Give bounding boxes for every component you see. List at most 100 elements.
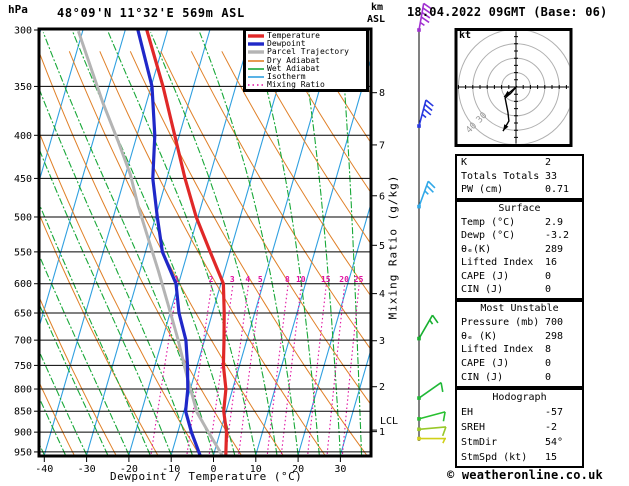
mixing-ratio-value-label: 20 [339, 275, 349, 284]
stat-label: SREH [461, 422, 485, 433]
stat-value: 700 [545, 316, 563, 330]
km-tick-label: 4 [379, 289, 385, 300]
km-tick-label: 6 [379, 191, 385, 202]
wind-barb [417, 427, 446, 436]
stat-row: Temp (°C) 2.9 [457, 216, 582, 230]
mixing-ratio-value-label: 4 [245, 275, 250, 284]
pressure-tick-label: 350 [14, 82, 32, 93]
stat-row: EH -57 [457, 405, 582, 420]
stats-box-title: Hodograph [457, 390, 582, 405]
mixing-ratio-value-label: 5 [258, 275, 263, 284]
legend-line-sample [248, 81, 264, 89]
stat-label: θₑ (K) [461, 331, 497, 342]
stat-label: Lifted Index [461, 257, 533, 268]
stat-value: 54° [545, 435, 563, 450]
stat-value: -2 [545, 420, 557, 435]
stats-box: K2Totals Totals33PW (cm)0.71 [455, 154, 584, 200]
mixing-ratio-value-label: 3 [230, 275, 235, 284]
stat-value: 0 [545, 270, 551, 284]
stat-row: CAPE (J) 0 [457, 270, 582, 284]
stat-label: EH [461, 407, 473, 418]
pressure-tick-label: 750 [14, 361, 32, 372]
stat-row: Lifted Index 8 [457, 343, 582, 357]
pressure-tick-label: 550 [14, 247, 32, 258]
mixing-ratio-value-label: 2 [209, 275, 214, 284]
wind-barb [417, 383, 443, 400]
stat-row: θₑ(K) 289 [457, 243, 582, 257]
pressure-tick-label: 900 [14, 428, 32, 439]
stat-label: Dewp (°C) [461, 230, 515, 241]
stat-row: Dewp (°C) -3.2 [457, 229, 582, 243]
pressure-tick-label: 950 [14, 447, 32, 458]
stat-value: -3.2 [545, 229, 569, 243]
stat-label: K [461, 157, 467, 168]
temp-tick-label: -40 [35, 464, 53, 475]
km-tick-label: 3 [379, 336, 385, 347]
mixing-ratio-value-label: 25 [354, 275, 364, 284]
wind-barb [417, 315, 438, 340]
x-axis-label: Dewpoint / Temperature (°C) [110, 470, 302, 483]
wind-barb [417, 181, 435, 208]
legend-line-sample [248, 32, 264, 40]
stat-row: CAPE (J) 0 [457, 357, 582, 371]
pressure-tick-label: 400 [14, 131, 32, 142]
stats-box: SurfaceTemp (°C) 2.9 Dewp (°C) -3.2 θₑ(K) 289… [455, 200, 584, 300]
stat-label: CIN (J) [461, 284, 503, 295]
pressure-tick-label: 600 [14, 279, 32, 290]
wind-barb [417, 100, 433, 128]
temp-tick-label: 30 [334, 464, 346, 475]
pressure-tick-label: 800 [14, 385, 32, 396]
stat-label: Lifted Index [461, 344, 533, 355]
stat-value: 289 [545, 243, 563, 257]
legend-item: Wet Adiabat [248, 65, 366, 73]
legend-item: Mixing Ratio [248, 81, 366, 89]
stat-value: 16 [545, 256, 557, 270]
stat-label: CAPE (J) [461, 358, 509, 369]
mixing-ratio-value-label: 15 [321, 275, 331, 284]
temp-tick-label: -30 [78, 464, 96, 475]
stat-label: CIN (J) [461, 372, 503, 383]
wind-barb [417, 437, 446, 443]
stat-row: PW (cm)0.71 [457, 183, 582, 197]
legend-line-sample [248, 73, 264, 81]
legend-line-sample [248, 57, 264, 65]
stat-label: Temp (°C) [461, 217, 515, 228]
km-tick-label: 2 [379, 382, 385, 393]
sounding-app: 1234581015202530035040045050055060065070… [0, 0, 629, 486]
station-title: 48°09'N 11°32'E 569m ASL [57, 6, 245, 20]
km-tick-label: 5 [379, 241, 385, 252]
run-date-title: 18.04.2022 09GMT (Base: 06) [407, 5, 607, 19]
stat-label: StmSpd (kt) [461, 452, 527, 463]
stat-value: 2.9 [545, 216, 563, 230]
legend-item: Temperature [248, 32, 366, 40]
wind-barb [417, 412, 445, 421]
stat-label: Totals Totals [461, 171, 539, 182]
legend-item-label: Mixing Ratio [267, 81, 325, 89]
pressure-tick-label: 700 [14, 336, 32, 347]
pressure-tick-label: 850 [14, 407, 32, 418]
legend-box: TemperatureDewpointParcel TrajectoryDry … [243, 28, 369, 92]
pressure-unit-label: hPa [8, 3, 28, 16]
mixing-ratio-axis-label: Mixing Ratio (g/kg) [387, 175, 400, 320]
pressure-tick-label: 450 [14, 174, 32, 185]
stat-label: CAPE (J) [461, 271, 509, 282]
stat-value: 0 [545, 357, 551, 371]
lcl-label: LCL [380, 416, 398, 427]
stat-label: θₑ(K) [461, 244, 491, 255]
stat-value: 0.71 [545, 183, 569, 197]
stat-row: Totals Totals33 [457, 170, 582, 184]
km-axis-unit: km [371, 2, 383, 13]
stats-box-title: Surface [457, 202, 582, 216]
stat-row: StmDir54° [457, 435, 582, 450]
footer-credit: © weatheronline.co.uk [447, 468, 603, 482]
stat-value: -57 [545, 405, 563, 420]
pressure-tick-label: 500 [14, 212, 32, 223]
stat-value: 8 [545, 343, 551, 357]
stat-value: 0 [545, 371, 551, 385]
asl-axis-unit: ASL [367, 14, 385, 25]
legend-line-sample [248, 48, 264, 56]
stats-box: Most UnstablePressure (mb)700θₑ (K)298Li… [455, 300, 584, 388]
stat-label: Pressure (mb) [461, 317, 539, 328]
stat-row: Lifted Index 16 [457, 256, 582, 270]
km-tick-label: 1 [379, 427, 385, 438]
